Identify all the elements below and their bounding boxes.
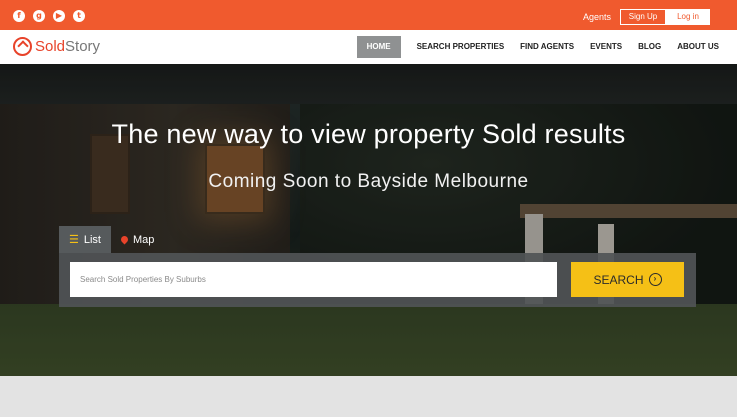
nav-blog[interactable]: BLOG — [630, 36, 669, 58]
nav-home[interactable]: HOME — [356, 36, 401, 58]
house-logo-icon — [13, 37, 32, 56]
youtube-icon[interactable]: ▶ — [53, 10, 65, 22]
arrow-right-icon: › — [648, 273, 662, 286]
logo[interactable]: SoldStory — [13, 37, 100, 56]
tab-map[interactable]: Map — [111, 226, 164, 253]
hero-banner: The new way to view property Sold result… — [0, 64, 737, 376]
nav-find-agents[interactable]: FIND AGENTS — [512, 36, 582, 58]
top-bar: f g ▶ t Agents Sign Up Log in — [0, 0, 737, 30]
nav-events[interactable]: EVENTS — [582, 36, 630, 58]
social-links: f g ▶ t — [13, 10, 85, 22]
nav-search-properties[interactable]: SEARCH PROPERTIES — [409, 36, 513, 58]
view-tabs: ☰ List Map — [59, 226, 164, 253]
tab-list-label: List — [83, 233, 101, 246]
facebook-icon[interactable]: f — [13, 10, 25, 22]
tab-list[interactable]: ☰ List — [59, 226, 111, 253]
twitter-icon[interactable]: t — [73, 10, 85, 22]
logo-text: SoldStory — [35, 38, 101, 55]
search-panel: SEARCH › — [59, 253, 696, 307]
map-pin-icon — [119, 234, 130, 245]
search-input[interactable] — [70, 262, 557, 297]
main-nav: SoldStory HOME SEARCH PROPERTIES FIND AG… — [0, 30, 737, 64]
nav-about-us[interactable]: ABOUT US — [669, 36, 727, 58]
page-footer-strip — [0, 376, 737, 417]
tab-map-label: Map — [133, 233, 155, 246]
search-button[interactable]: SEARCH › — [571, 262, 684, 297]
sign-up-button[interactable]: Sign Up — [620, 9, 666, 25]
nav-menu: HOME SEARCH PROPERTIES FIND AGENTS EVENT… — [356, 36, 727, 58]
hero-subheadline: Coming Soon to Bayside Melbourne — [208, 171, 529, 192]
list-icon: ☰ — [69, 234, 79, 246]
google-plus-icon[interactable]: g — [33, 10, 45, 22]
log-in-button[interactable]: Log in — [666, 9, 710, 25]
hero-headline: The new way to view property Sold result… — [111, 119, 626, 149]
agents-link[interactable]: Agents — [583, 12, 611, 22]
search-button-label: SEARCH — [593, 272, 644, 287]
